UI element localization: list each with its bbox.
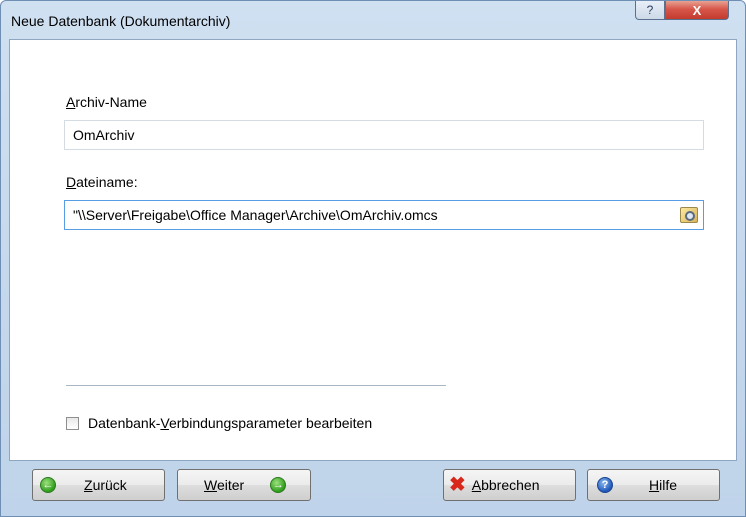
browse-folder-icon[interactable] [680,207,698,223]
help-button[interactable]: ? Hilfe [587,469,720,501]
arrow-left-icon: ← [40,477,56,493]
title-bar: Neue Datenbank (Dokumentarchiv) ? X [1,1,745,39]
connection-params-checkbox[interactable] [66,417,79,430]
cancel-button[interactable]: ✖ Abbrechen [443,469,576,501]
back-button-label: Zurück [84,477,127,493]
file-name-input[interactable]: "\\Server\Freigabe\Office Manager\Archiv… [64,200,704,230]
back-button[interactable]: ← Zurück [32,469,165,501]
cancel-x-icon: ✖ [449,474,466,496]
file-name-label: Dateiname: [66,174,138,190]
close-icon: X [692,2,702,18]
archive-name-label: Archiv-Name [66,94,147,110]
content-panel: Archiv-Name OmArchiv Dateiname: "\\Serve… [9,39,737,461]
button-bar: ← Zurück Weiter → ✖ Abbrechen ? Hilfe [1,460,745,516]
separator-line [66,385,446,386]
connection-params-label[interactable]: Datenbank-Verbindungsparameter bearbeite… [88,415,372,431]
help-button-label: Hilfe [649,477,678,493]
help-icon: ? [597,477,613,493]
next-button[interactable]: Weiter → [177,469,311,501]
next-button-label: Weiter [204,477,245,493]
arrow-right-icon: → [270,477,287,493]
question-icon: ? [646,3,654,17]
cancel-button-label: Abbrechen [471,477,540,493]
file-name-value: "\\Server\Freigabe\Office Manager\Archiv… [73,207,438,223]
window-title: Neue Datenbank (Dokumentarchiv) [11,13,231,29]
archive-name-input[interactable]: OmArchiv [64,120,704,150]
title-help-button[interactable]: ? [635,1,665,20]
dialog-window: Neue Datenbank (Dokumentarchiv) ? X Arch… [0,0,746,517]
close-button[interactable]: X [665,1,729,20]
